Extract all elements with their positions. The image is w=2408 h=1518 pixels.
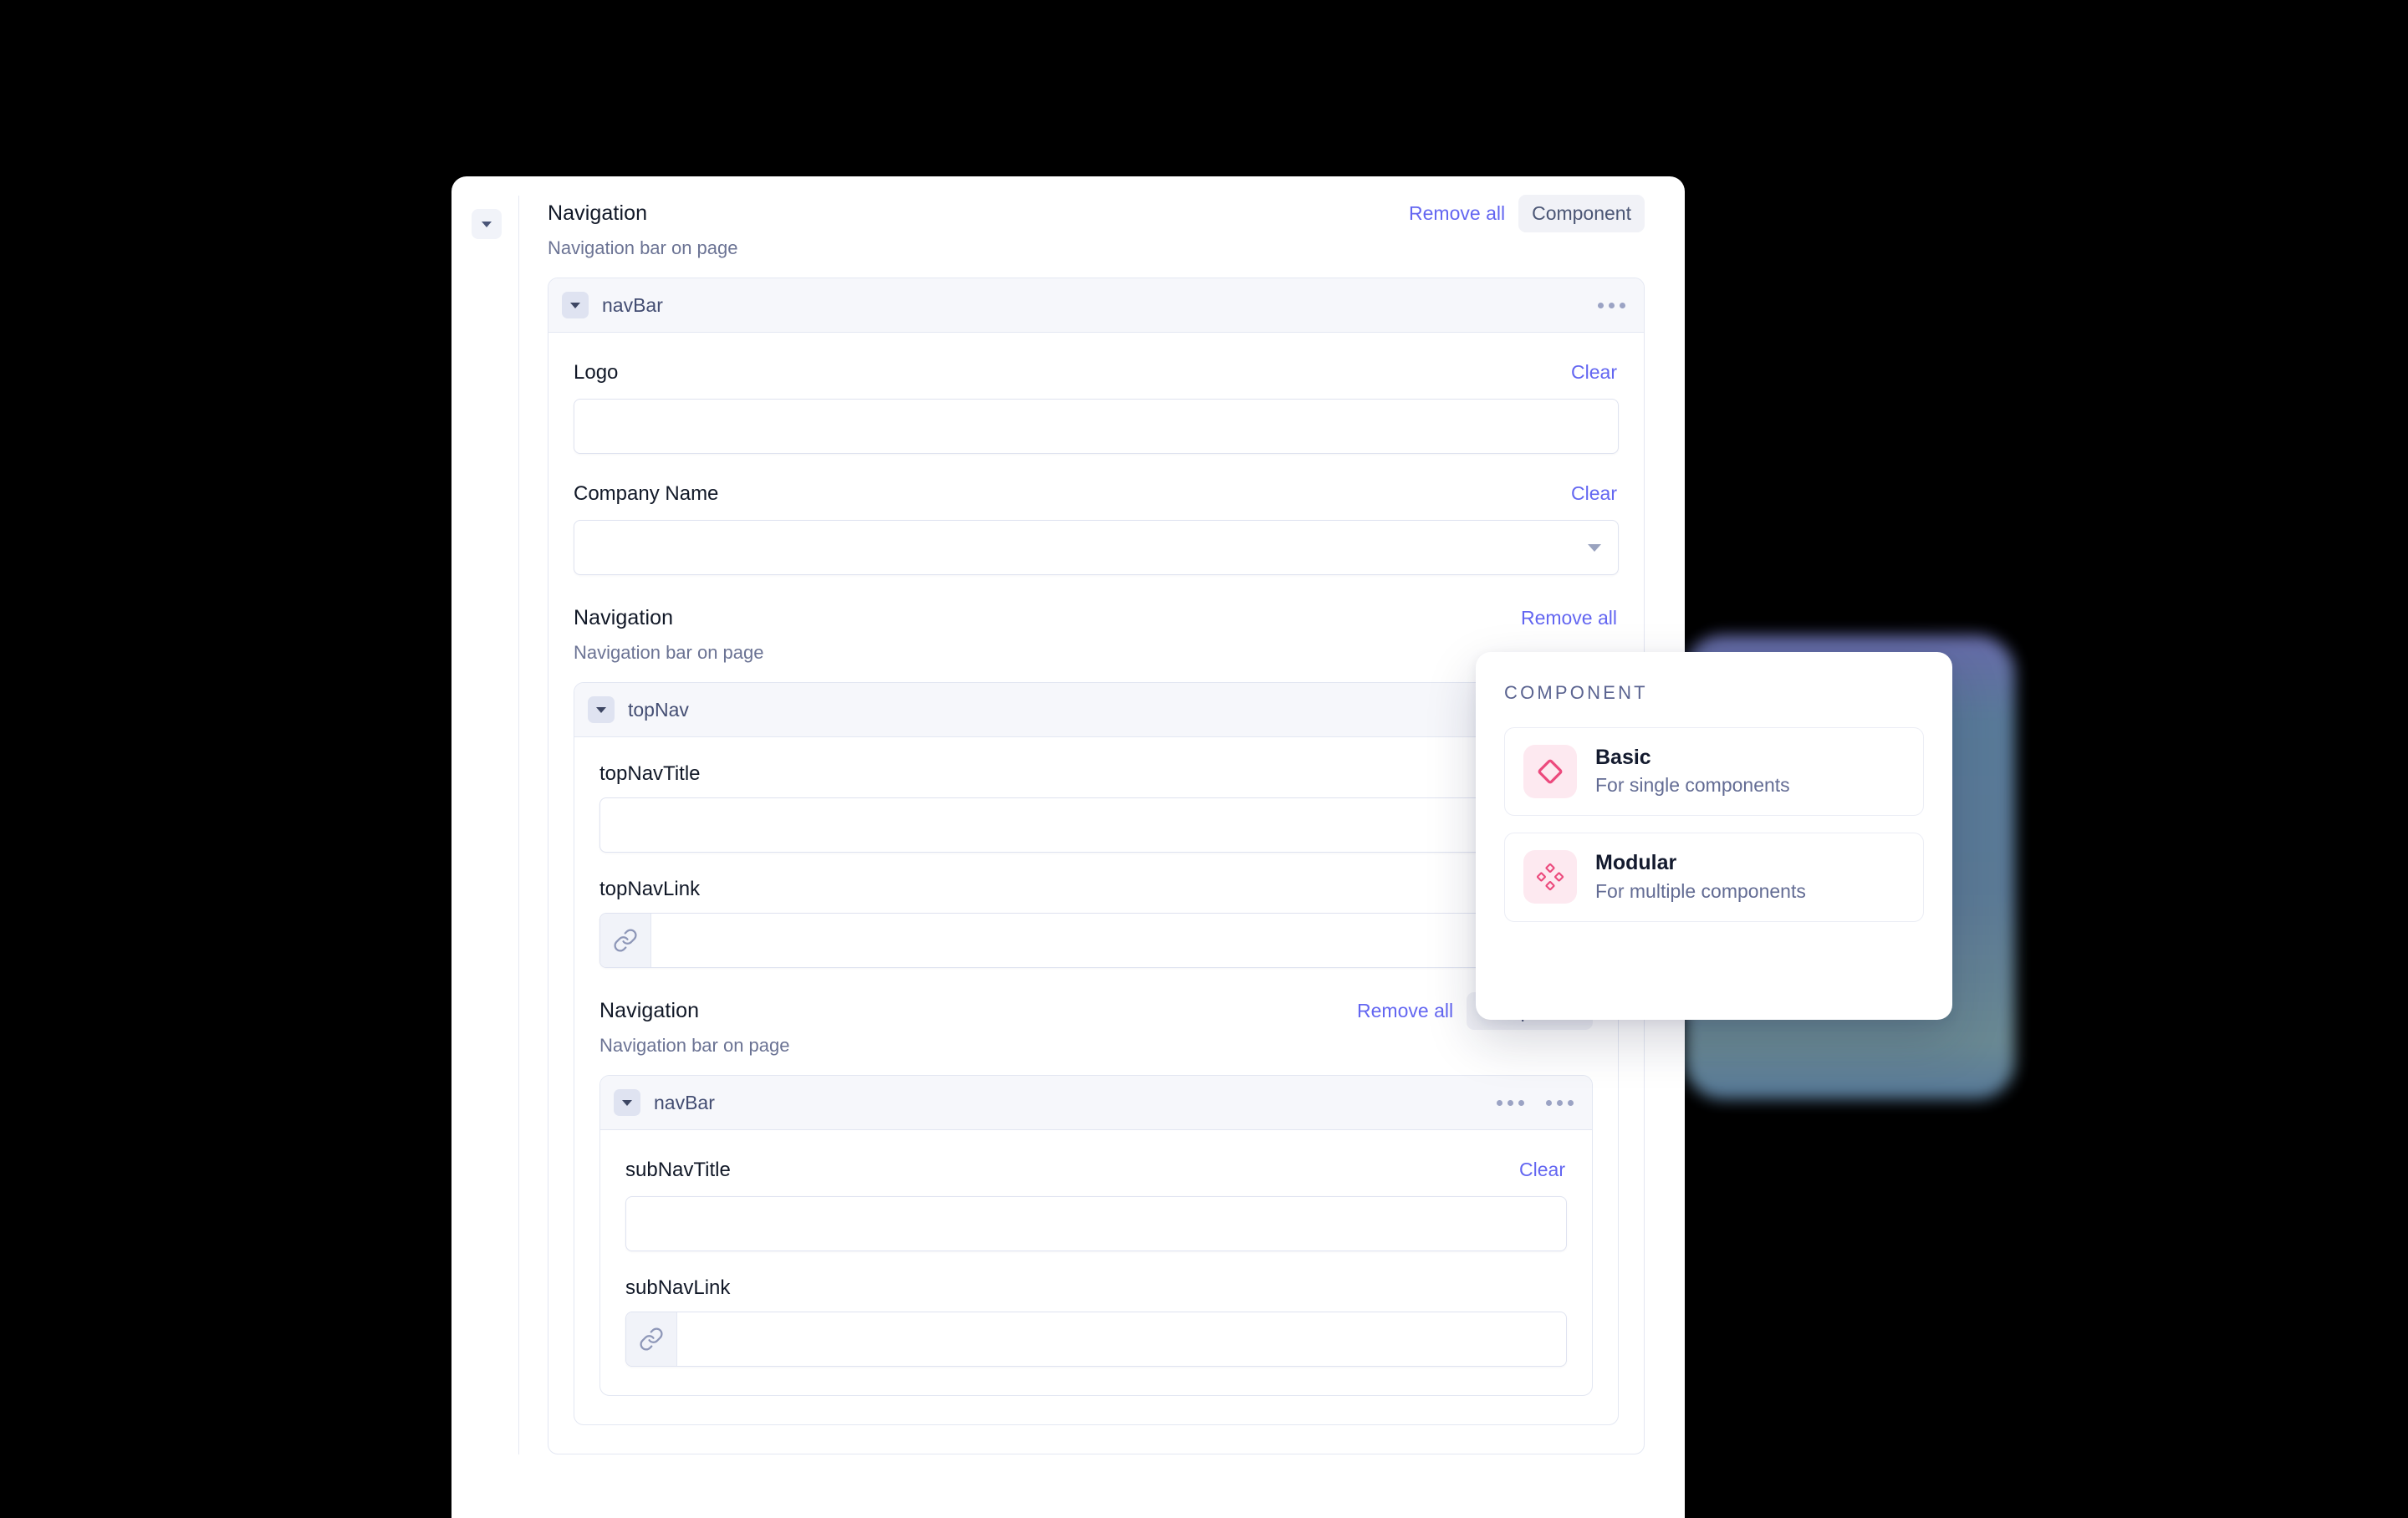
chevron-down-icon (482, 221, 492, 227)
field-head-company-name: Company Name Clear (574, 479, 1619, 508)
panel-header-navbar-root: navBar (548, 278, 1644, 333)
panel-header-left: topNav (588, 696, 689, 723)
panel-collapse-toggle-navbar-root[interactable] (562, 292, 589, 318)
field-label: subNavTitle (625, 1159, 731, 1181)
section-title: Navigation (574, 605, 674, 629)
component-option-description: For single components (1595, 774, 1790, 797)
panel-header-left: navBar (614, 1089, 715, 1116)
panel-name-label: navBar (602, 293, 663, 316)
component-option-title: Basic (1595, 746, 1651, 769)
field-top-nav-link: topNavLink (599, 878, 1593, 968)
clear-button-logo[interactable]: Clear (1569, 358, 1619, 387)
panel-collapse-toggle-topnav[interactable] (588, 696, 615, 723)
top-nav-title-input[interactable] (600, 798, 1592, 852)
section-description: Navigation bar on page (548, 237, 738, 258)
panel-header-actions (1598, 302, 1625, 308)
section-header-level3: Navigation Remove all Component (599, 991, 1593, 1030)
section-actions: Remove all (1519, 604, 1619, 633)
four-diamonds-icon (1523, 850, 1577, 904)
top-nav-link-input[interactable] (651, 914, 1592, 967)
input-sub-nav-title-wrapper[interactable] (625, 1196, 1567, 1251)
more-options-icon[interactable] (1598, 302, 1625, 308)
component-option-basic[interactable]: Basic For single components (1504, 727, 1924, 817)
component-option-description: For multiple components (1595, 879, 1806, 902)
section-body-level2: Navigation Remove all Navigation bar on … (574, 600, 1619, 1425)
section-header-root: Navigation Remove all Component (519, 194, 1685, 232)
component-option-modular[interactable]: Modular For multiple components (1504, 833, 1924, 922)
collapse-toggle-root[interactable] (472, 209, 502, 239)
field-company-name: Company Name Clear (574, 479, 1619, 575)
navigation-section-level3: Navigation Remove all Component Navigati… (599, 991, 1593, 1396)
popup-title: COMPONENT (1504, 682, 1648, 703)
section-title: Navigation (599, 998, 700, 1022)
input-sub-nav-link-wrapper[interactable] (625, 1312, 1567, 1367)
chevron-down-icon (596, 706, 606, 713)
component-button[interactable]: Component (1518, 194, 1645, 232)
field-sub-nav-title: subNavTitle Clear (625, 1155, 1567, 1251)
input-logo-wrapper[interactable] (574, 399, 1619, 454)
section-description: Navigation bar on page (599, 1035, 790, 1056)
link-icon (626, 1312, 677, 1366)
field-head-top-nav-title: topNavTitle (599, 762, 1593, 786)
field-label: Company Name (574, 482, 719, 505)
panel-name-label: navBar (654, 1091, 715, 1113)
logo-input[interactable] (574, 400, 1618, 453)
clear-button-sub-nav-title[interactable]: Clear (1518, 1155, 1567, 1184)
field-logo: Logo Clear (574, 358, 1619, 454)
chevron-down-icon (570, 302, 580, 308)
panel-header-left: navBar (562, 292, 663, 318)
field-head-sub-nav-link: subNavLink (625, 1276, 1567, 1300)
link-icon (600, 914, 651, 967)
field-sub-nav-link: subNavLink (625, 1276, 1567, 1367)
company-name-input[interactable] (574, 521, 1571, 574)
field-label: Logo (574, 361, 619, 384)
field-label: subNavLink (625, 1276, 731, 1299)
input-company-name-wrapper[interactable] (574, 520, 1619, 575)
remove-all-button[interactable]: Remove all (1407, 199, 1507, 228)
navigation-section-level2: Navigation Remove all Navigation bar on … (574, 600, 1619, 1425)
field-head-logo: Logo Clear (574, 358, 1619, 387)
chevron-down-icon[interactable] (1571, 521, 1618, 574)
sub-nav-link-input[interactable] (677, 1312, 1566, 1366)
panel-collapse-toggle-navbar-level3[interactable] (614, 1089, 640, 1116)
panel-name-label: topNav (628, 698, 689, 721)
panel-body-topnav: topNavTitle topNavLink Navigation Remove… (574, 737, 1618, 1424)
sub-nav-title-input[interactable] (626, 1197, 1566, 1251)
more-options-secondary-icon[interactable] (1546, 1099, 1574, 1106)
component-option-text-basic: Basic For single components (1595, 745, 1790, 798)
field-head-top-nav-link: topNavLink (599, 878, 1593, 901)
more-options-icon[interactable] (1497, 1099, 1524, 1106)
diamond-outline-icon (1523, 745, 1577, 799)
remove-all-button[interactable]: Remove all (1519, 604, 1619, 633)
input-top-nav-title-wrapper[interactable] (599, 797, 1593, 853)
section-actions: Remove all Component (1407, 194, 1685, 232)
section-header-level2: Navigation Remove all (574, 600, 1619, 635)
remove-all-button[interactable]: Remove all (1355, 996, 1455, 1026)
clear-button-company-name[interactable]: Clear (1569, 479, 1619, 508)
component-option-text-modular: Modular For multiple components (1595, 850, 1806, 904)
field-head-sub-nav-title: subNavTitle Clear (625, 1155, 1567, 1184)
panel-header-topnav: topNav (574, 683, 1618, 737)
input-top-nav-link-wrapper[interactable] (599, 913, 1593, 968)
field-top-nav-title: topNavTitle (599, 762, 1593, 853)
panel-header-navbar-level3: navBar (600, 1076, 1592, 1130)
section-title: Navigation (548, 201, 648, 225)
field-label: topNavTitle (599, 762, 701, 785)
panel-header-actions (1497, 1099, 1574, 1106)
chevron-down-icon (622, 1099, 632, 1106)
section-description: Navigation bar on page (574, 642, 764, 663)
panel-topnav: topNav topNavTitle topNavLink Navigation… (574, 682, 1619, 1425)
panel-navbar-level3: navBar subNavTitle Clear subNavLink (599, 1075, 1593, 1396)
component-picker-popup: COMPONENT Basic For single components Mo… (1476, 652, 1952, 1020)
section-body-level3: Navigation Remove all Component Navigati… (599, 991, 1593, 1396)
component-option-title: Modular (1595, 851, 1677, 875)
field-label: topNavLink (599, 878, 701, 900)
panel-body-navbar-level3: subNavTitle Clear subNavLink (600, 1130, 1592, 1395)
